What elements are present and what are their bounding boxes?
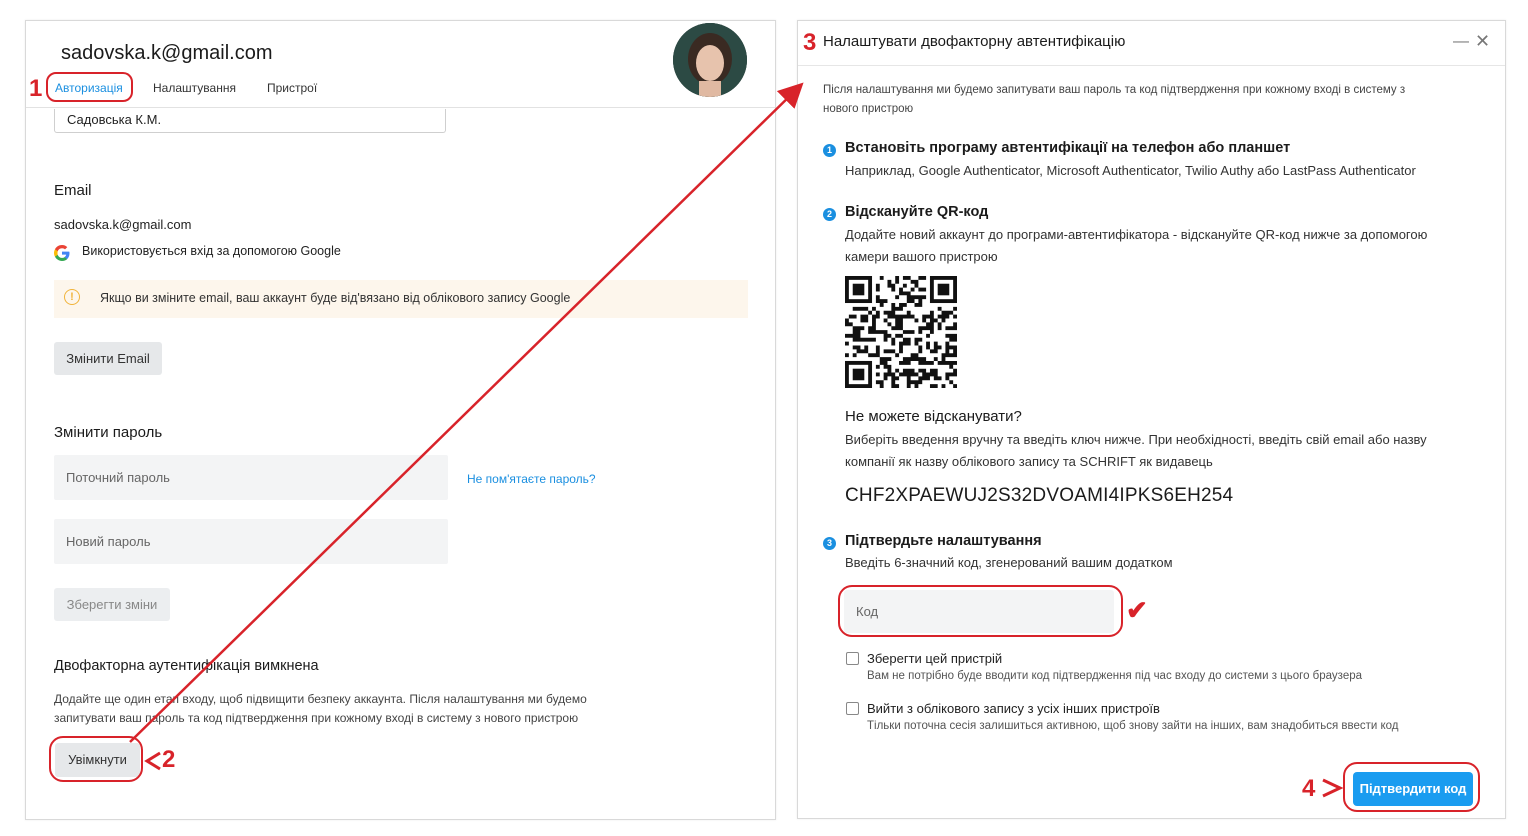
arrow-to-modal (129, 82, 804, 743)
annotation-arrows (129, 82, 1344, 798)
arrow-head-2 (144, 751, 161, 771)
arrow-head-4 (1322, 778, 1344, 798)
